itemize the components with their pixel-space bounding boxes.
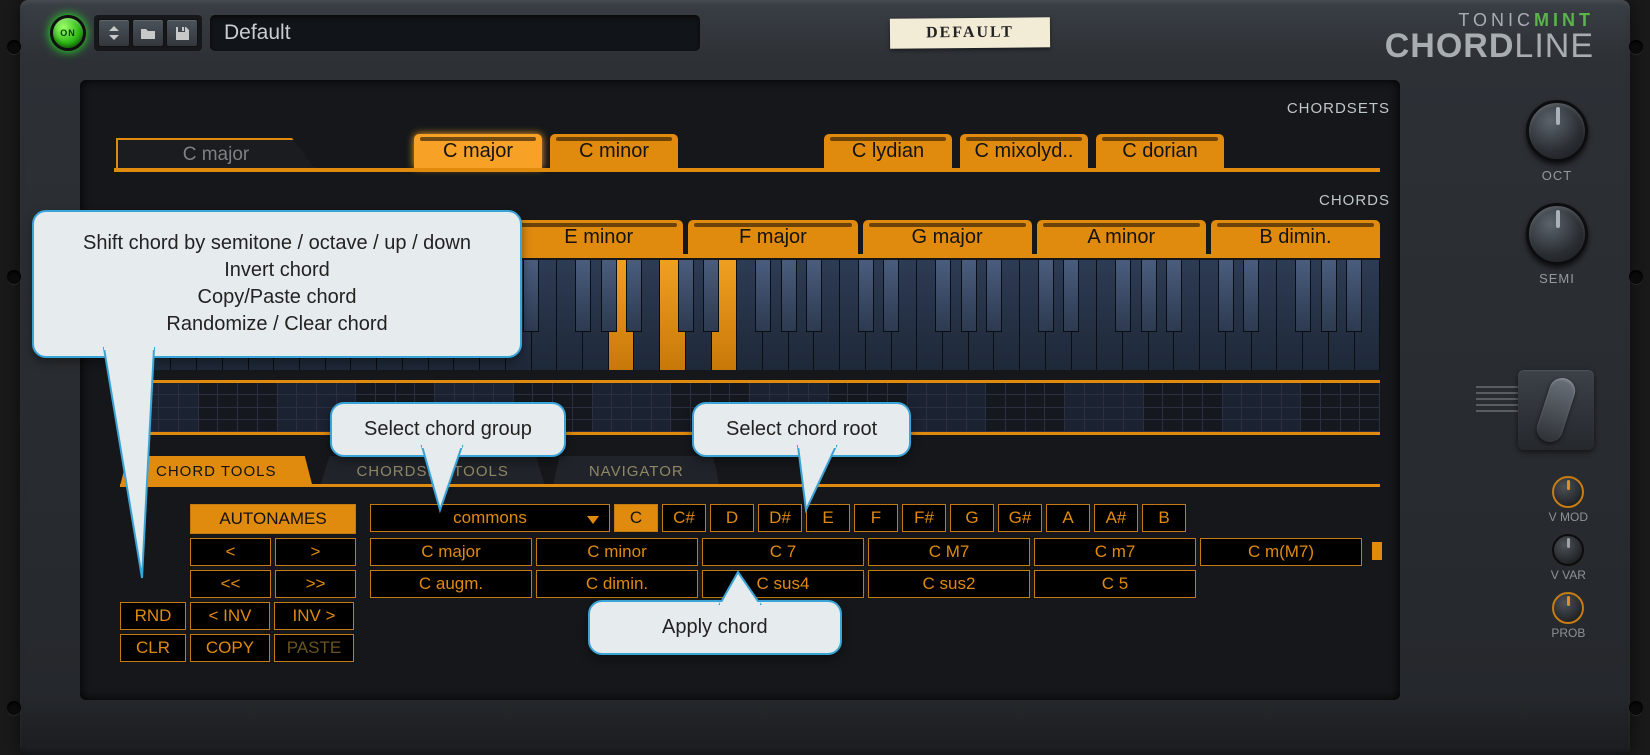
vvar-knob[interactable] <box>1552 534 1584 566</box>
copy-button[interactable]: COPY <box>190 634 270 662</box>
apply-chord-button[interactable]: C augm. <box>370 570 532 598</box>
shift-octave-up-button[interactable]: >> <box>275 570 356 598</box>
current-chordset-tab[interactable]: C major <box>116 138 316 170</box>
shift-octave-down-button[interactable]: << <box>190 570 271 598</box>
vmod-knob[interactable] <box>1552 476 1584 508</box>
chordset-buttons-row: C majorC minor C lydianC mixolyd..C doria… <box>414 134 1380 168</box>
root-note-button[interactable]: A <box>1046 504 1090 532</box>
callout-chord-tools: Shift chord by semitone / octave / up / … <box>32 210 522 358</box>
rack-screw <box>1629 701 1643 715</box>
chord-apply-grid: C majorC minorC 7C M7C m7C m(M7)C augm.C… <box>370 538 1382 598</box>
preset-file-buttons <box>94 15 202 51</box>
top-bar: ON Default <box>50 8 1600 58</box>
root-note-button[interactable]: D <box>710 504 754 532</box>
chordset-button[interactable]: C mixolyd.. <box>960 134 1088 168</box>
chordset-button[interactable]: C major <box>414 134 542 168</box>
chordset-button[interactable]: C minor <box>550 134 678 168</box>
root-note-button[interactable]: G# <box>998 504 1042 532</box>
chord-button[interactable]: E minor <box>514 220 683 254</box>
apply-chord-button[interactable]: C 7 <box>702 538 864 566</box>
octave-knob-label: OCT <box>1542 168 1572 183</box>
chord-button[interactable]: G major <box>863 220 1032 254</box>
rack-screw <box>7 40 21 54</box>
callout-chord-root: Select chord root <box>692 402 911 457</box>
preset-name-display[interactable]: Default <box>210 15 700 51</box>
clear-button[interactable]: CLR <box>120 634 186 662</box>
paste-button[interactable]: PASTE <box>274 634 354 662</box>
root-note-button[interactable]: F# <box>902 504 946 532</box>
shift-left-button[interactable]: < <box>190 538 271 566</box>
apply-chord-button[interactable]: C dimin. <box>536 570 698 598</box>
randomize-button[interactable]: RND <box>120 602 186 630</box>
transpose-knobs: OCT SEMI <box>1526 100 1588 300</box>
apply-chord-button[interactable]: C M7 <box>868 538 1030 566</box>
chord-group-select[interactable]: commons <box>370 504 610 532</box>
power-button[interactable]: ON <box>50 15 86 51</box>
cable-lines-icon <box>1476 386 1518 412</box>
rack-screw <box>1629 40 1643 54</box>
prob-label: PROB <box>1551 626 1585 640</box>
preset-open-button[interactable] <box>132 19 164 47</box>
vvar-label: V VAR <box>1551 568 1586 582</box>
apply-chord-button[interactable]: C sus2 <box>868 570 1030 598</box>
tool-tab[interactable]: NAVIGATOR <box>553 456 720 486</box>
root-note-button[interactable]: A# <box>1094 504 1138 532</box>
apply-chord-button[interactable]: C minor <box>536 538 698 566</box>
lever-control[interactable] <box>1518 370 1594 450</box>
chord-selector-panel: commons CC#DD#EFF#GG#AA#B C majorC minor… <box>370 504 1382 598</box>
semitone-knob[interactable] <box>1526 203 1588 265</box>
scroll-indicator[interactable] <box>1372 542 1382 560</box>
callout-apply-chord: Apply chord <box>588 600 842 655</box>
chords-section-label: CHORDS <box>1319 192 1390 209</box>
root-note-button[interactable]: F <box>854 504 898 532</box>
root-note-button[interactable]: G <box>950 504 994 532</box>
semitone-knob-label: SEMI <box>1539 271 1575 286</box>
chord-button[interactable]: A minor <box>1037 220 1206 254</box>
apply-chord-button[interactable]: C m(M7) <box>1200 538 1362 566</box>
apply-chord-button[interactable]: C 5 <box>1034 570 1196 598</box>
vmod-label: V MOD <box>1549 510 1588 524</box>
callout-chord-group: Select chord group <box>330 402 566 457</box>
apply-chord-button[interactable]: C major <box>370 538 532 566</box>
rack-screw <box>1629 270 1643 284</box>
preset-prev-next-button[interactable] <box>98 19 130 47</box>
chordset-button[interactable]: C dorian <box>1096 134 1224 168</box>
chordsets-section-label: CHORDSETS <box>1287 100 1390 117</box>
chord-button[interactable]: F major <box>688 220 857 254</box>
rack-screw <box>7 701 21 715</box>
chord-button[interactable]: B dimin. <box>1211 220 1380 254</box>
rack-screw <box>7 270 21 284</box>
autonames-button[interactable]: AUTONAMES <box>190 504 356 534</box>
brand-logo: TONICMINT CHORDLINE <box>1385 10 1594 62</box>
chordset-button[interactable]: C lydian <box>824 134 952 168</box>
root-note-button[interactable]: C <box>614 504 658 532</box>
preset-save-button[interactable] <box>166 19 198 47</box>
divider <box>120 484 1380 487</box>
root-note-button[interactable]: C# <box>662 504 706 532</box>
invert-down-button[interactable]: < INV <box>190 602 270 630</box>
apply-chord-button[interactable]: C m7 <box>1034 538 1196 566</box>
octave-knob[interactable] <box>1526 100 1588 162</box>
shift-right-button[interactable]: > <box>275 538 356 566</box>
prob-knob[interactable] <box>1552 592 1584 624</box>
divider <box>114 168 1380 172</box>
invert-up-button[interactable]: INV > <box>274 602 354 630</box>
velocity-knobs: V MOD V VAR PROB <box>1549 476 1588 648</box>
root-note-button[interactable]: B <box>1142 504 1186 532</box>
tape-label: DEFAULT <box>890 17 1050 48</box>
